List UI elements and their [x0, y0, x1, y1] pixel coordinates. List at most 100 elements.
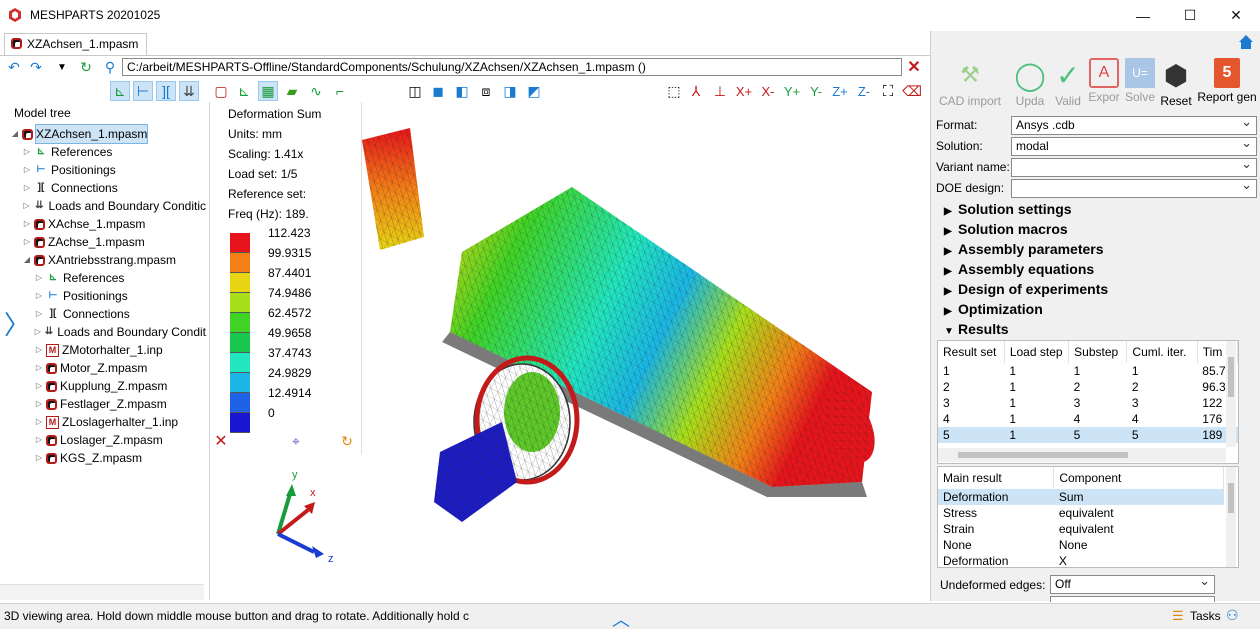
collapse-arrow-icon[interactable]: ◢: [22, 251, 32, 269]
tree-item[interactable]: ▷ ZAchse_1.mpasm: [10, 233, 206, 251]
section-solution-macros[interactable]: ▶ Solution macros: [944, 219, 1068, 239]
edge-icon[interactable]: ⌐: [330, 81, 350, 101]
expand-arrow-icon[interactable]: ▷: [34, 323, 42, 341]
undo-icon[interactable]: ↶: [4, 57, 24, 77]
table-row[interactable]: 4 1 4 4 176: [938, 411, 1238, 427]
reference-filter-icon[interactable]: ⊾: [234, 81, 254, 101]
tree-item[interactable]: ▷ ⊢ Positionings: [10, 161, 206, 179]
clip-view-icon[interactable]: ◩: [524, 81, 544, 101]
tree-item[interactable]: ▷ M ZLoslagerhalter_1.inp: [10, 413, 206, 431]
tab-document[interactable]: XZAchsen_1.mpasm: [4, 33, 148, 55]
expand-arrow-icon[interactable]: ▷: [22, 197, 31, 215]
collapse-arrow-icon[interactable]: ◢: [10, 125, 20, 143]
main-result-vscroll[interactable]: [1226, 467, 1236, 567]
erase-icon[interactable]: ⌫: [902, 81, 922, 101]
tree-item[interactable]: ▷][Connections: [10, 179, 206, 197]
hidden-line-view-icon[interactable]: ⧈: [476, 81, 496, 101]
expand-arrow-icon[interactable]: ▷: [34, 431, 44, 449]
tree-item[interactable]: ▷ ⇊ Loads and Boundary Condit: [10, 323, 206, 341]
expand-arrow-icon[interactable]: ▷: [34, 377, 44, 395]
expand-arrow-icon[interactable]: ▷: [34, 341, 44, 359]
surface-icon[interactable]: ▰: [282, 81, 302, 101]
solution-select[interactable]: modal: [1011, 135, 1257, 156]
table-row[interactable]: Deformation Sum: [938, 489, 1224, 505]
section-solution-settings[interactable]: ▶ Solution settings: [944, 199, 1072, 219]
expand-arrow-icon[interactable]: ▷: [22, 233, 32, 251]
tree-item[interactable]: ◢ XZAchsen_1.mpasm: [10, 124, 206, 144]
maximize-button[interactable]: ☐: [1167, 0, 1213, 31]
tree-item[interactable]: ▷ ⊾ References: [10, 269, 206, 287]
column-header[interactable]: Component: [1053, 467, 1224, 489]
table-row[interactable]: 5 1 5 5 189: [938, 427, 1238, 443]
doe-select[interactable]: [1011, 177, 1257, 198]
undeformed-select[interactable]: Off: [1050, 573, 1215, 594]
tree-item[interactable]: ▷][Connections: [10, 305, 206, 323]
table-row[interactable]: None None: [938, 537, 1224, 553]
refresh-icon[interactable]: ↻: [76, 57, 96, 77]
minimize-button[interactable]: —: [1120, 0, 1166, 31]
z-plus-view-icon[interactable]: Z+: [830, 81, 850, 101]
probe-icon[interactable]: ⌖: [286, 431, 306, 451]
export-button[interactable]: A Expor: [1084, 58, 1124, 110]
tree-item[interactable]: ▷ ⊢ Positionings: [10, 287, 206, 305]
history-dropdown-icon[interactable]: ▼: [52, 57, 72, 77]
table-row[interactable]: Stress equivalent: [938, 505, 1224, 521]
clear-path-icon[interactable]: ✕: [904, 57, 924, 77]
results-table[interactable]: Result set Load step Substep Cuml. iter. Tim…: [937, 340, 1239, 464]
expand-arrow-icon[interactable]: ▷: [22, 161, 32, 179]
column-header[interactable]: Main result: [938, 467, 1055, 489]
expand-up-icon[interactable]: ︿: [612, 606, 630, 632]
axes-view-icon[interactable]: ⅄: [686, 81, 706, 101]
expand-arrow-icon[interactable]: ▷: [34, 359, 44, 377]
expand-arrow-icon[interactable]: ▷: [34, 287, 44, 305]
main-result-table[interactable]: Main result Component Deformation Sum Stress…: [937, 466, 1239, 568]
column-header[interactable]: Load step: [1004, 341, 1070, 363]
expand-arrow-icon[interactable]: ▷: [34, 413, 44, 431]
results-hscroll[interactable]: [938, 448, 1226, 462]
column-header[interactable]: Cuml. iter.: [1126, 341, 1198, 363]
variant-select[interactable]: [1011, 156, 1257, 177]
tree-item[interactable]: ▷ KGS_Z.mpasm: [10, 449, 206, 467]
section-assembly-equations[interactable]: ▶ Assembly equations: [944, 259, 1094, 279]
tree-item[interactable]: ▷ ⇊ Loads and Boundary Conditic: [10, 197, 206, 215]
x-plus-view-icon[interactable]: X+: [734, 81, 754, 101]
table-row[interactable]: Strain equivalent: [938, 521, 1224, 537]
expand-arrow-icon[interactable]: ▷: [34, 305, 44, 323]
search-icon[interactable]: ⚲: [100, 57, 120, 77]
show-loads-icon[interactable]: ⇊: [179, 81, 199, 101]
table-row[interactable]: 3 1 3 3 122: [938, 395, 1238, 411]
iso-view-icon[interactable]: ⊥: [710, 81, 730, 101]
tree-item[interactable]: ▷ XAchse_1.mpasm: [10, 215, 206, 233]
report-gen-button[interactable]: 5 Report gen: [1196, 58, 1258, 110]
tree-item[interactable]: ▷ Kupplung_Z.mpasm: [10, 377, 206, 395]
format-select[interactable]: Ansys .cdb: [1011, 114, 1257, 135]
results-vscroll[interactable]: [1226, 341, 1236, 447]
z-minus-view-icon[interactable]: Z-: [854, 81, 874, 101]
tree-scrollbar[interactable]: [0, 584, 204, 600]
wireframe-view-icon[interactable]: ◫: [405, 81, 425, 101]
y-plus-view-icon[interactable]: Y+: [782, 81, 802, 101]
show-references-icon[interactable]: ⊾: [110, 81, 130, 101]
close-button[interactable]: ✕: [1213, 0, 1259, 31]
tree-item[interactable]: ◢ XAntriebsstrang.mpasm: [10, 251, 206, 269]
y-minus-view-icon[interactable]: Y-: [806, 81, 826, 101]
tree-item[interactable]: ▷ Motor_Z.mpasm: [10, 359, 206, 377]
tree-item[interactable]: ▷ M ZMotorhalter_1.inp: [10, 341, 206, 359]
solid-view-icon[interactable]: ◼: [428, 81, 448, 101]
column-header[interactable]: Substep: [1068, 341, 1128, 363]
redo-icon[interactable]: ↷: [26, 57, 46, 77]
update-button[interactable]: ◯ Upda: [1010, 58, 1050, 110]
table-row[interactable]: 1 1 1 1 85.7: [938, 363, 1238, 379]
mesh-grid-icon[interactable]: ▦: [258, 81, 278, 101]
section-results[interactable]: ▼ Results: [944, 319, 1009, 339]
section-design-of-experiments[interactable]: ▶ Design of experiments: [944, 279, 1108, 299]
section-view-icon[interactable]: ◨: [500, 81, 520, 101]
reset-button[interactable]: ⬢ Reset: [1156, 58, 1196, 110]
section-optimization[interactable]: ▶ Optimization: [944, 299, 1043, 319]
path-input[interactable]: C:/arbeit/MESHPARTS-Offline/StandardComp…: [122, 58, 902, 76]
assembly-filter-icon[interactable]: ▢: [211, 81, 231, 101]
validate-button[interactable]: ✓ Valid: [1048, 58, 1088, 110]
table-row[interactable]: 2 1 2 2 96.3: [938, 379, 1238, 395]
reload-legend-icon[interactable]: ↻: [337, 431, 357, 451]
box-select-icon[interactable]: ⬚: [664, 81, 684, 101]
